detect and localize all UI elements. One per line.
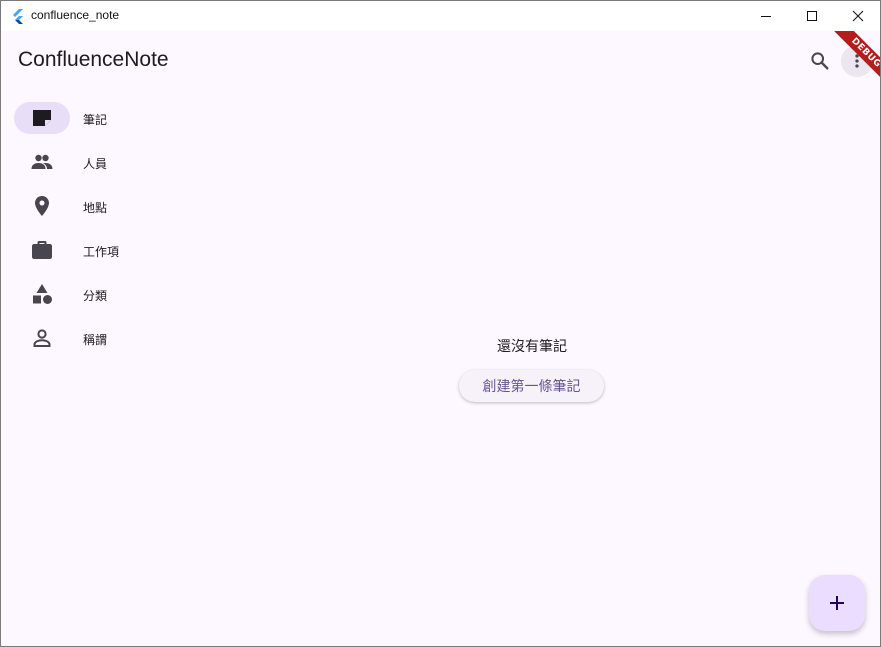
title-bar[interactable]: confluence_note bbox=[1, 1, 880, 31]
person-outline-icon bbox=[33, 329, 51, 347]
minimize-icon bbox=[761, 16, 771, 17]
window-title: confluence_note bbox=[31, 8, 120, 22]
category-icon bbox=[33, 284, 52, 304]
close-window-button[interactable] bbox=[835, 1, 880, 31]
nav-item-notes[interactable]: 筆記 bbox=[1, 96, 151, 140]
minimize-button[interactable] bbox=[743, 1, 789, 31]
nav-item-categories[interactable]: 分類 bbox=[1, 272, 151, 316]
create-first-note-button[interactable]: 創建第一條筆記 bbox=[459, 370, 604, 402]
nav-label-notes: 筆記 bbox=[83, 113, 108, 127]
debug-banner: DEBUG bbox=[811, 31, 880, 101]
close-icon bbox=[852, 10, 864, 22]
place-icon bbox=[35, 196, 49, 216]
add-icon bbox=[830, 596, 844, 610]
nav-label-places: 地點 bbox=[83, 201, 108, 215]
nav-label-work-items: 工作項 bbox=[83, 245, 120, 259]
nav-label-categories: 分類 bbox=[83, 289, 108, 303]
nav-item-titles[interactable]: 稱謂 bbox=[1, 316, 151, 360]
work-icon bbox=[32, 241, 52, 259]
nav-item-people[interactable]: 人員 bbox=[1, 140, 151, 184]
flutter-logo-icon bbox=[13, 9, 23, 24]
maximize-button[interactable] bbox=[789, 1, 835, 31]
nav-label-titles: 稱謂 bbox=[83, 333, 108, 347]
app-title: ConfluenceNote bbox=[18, 48, 169, 71]
debug-banner-label: DEBUG bbox=[829, 31, 880, 90]
app-window: confluence_note ConfluenceNote DEBUG 筆記 … bbox=[0, 0, 881, 647]
people-icon bbox=[31, 154, 53, 169]
nav-item-work-items[interactable]: 工作項 bbox=[1, 228, 151, 272]
empty-state-message: 還沒有筆記 bbox=[497, 339, 567, 355]
add-note-fab[interactable] bbox=[809, 575, 865, 631]
maximize-icon bbox=[807, 11, 817, 21]
nav-item-places[interactable]: 地點 bbox=[1, 184, 151, 228]
nav-label-people: 人員 bbox=[83, 157, 108, 171]
note-icon bbox=[33, 110, 51, 126]
